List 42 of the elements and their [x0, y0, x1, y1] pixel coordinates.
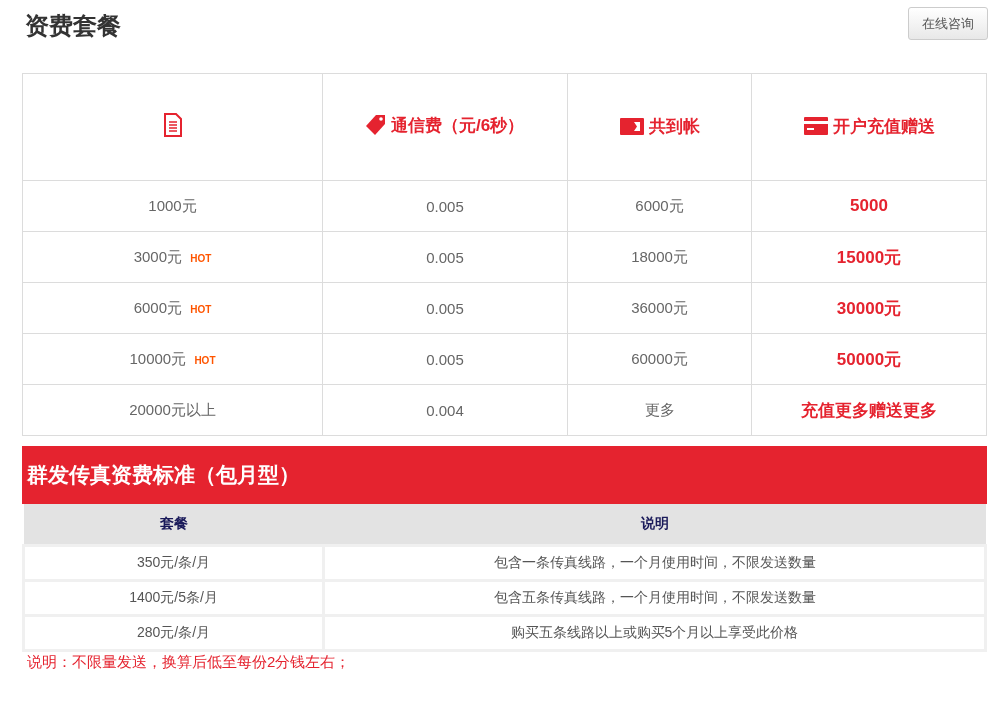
- table-cell: 6000元: [133, 298, 183, 316]
- table-cell: 350元/条/月: [136, 554, 211, 570]
- column-header: 开户充值赠送: [832, 115, 935, 138]
- column-header: 说明: [640, 515, 669, 531]
- table-cell: 36000元: [631, 298, 688, 316]
- card-icon: [803, 117, 828, 136]
- table-cell: 更多: [644, 400, 675, 418]
- table-cell: 20000元以上: [129, 400, 216, 418]
- document-icon: [163, 113, 182, 137]
- table-cell: 280元/条/月: [136, 624, 211, 640]
- consult-button[interactable]: 在线咨询: [908, 7, 988, 40]
- section-banner: 群发传真资费标准（包月型）: [22, 446, 987, 504]
- hot-label: HOT: [194, 354, 216, 366]
- table-cell: 50000元: [836, 349, 902, 369]
- table-cell: 30000元: [836, 298, 902, 318]
- note-text: 说明：不限量发送，换算后低至每份2分钱左右；: [27, 653, 352, 672]
- page-title: 资费套餐: [25, 11, 121, 41]
- table-cell: 3000元: [133, 247, 183, 265]
- table-cell: 0.005: [426, 299, 464, 317]
- column-header: 套餐: [159, 515, 188, 531]
- table-cell: 18000元: [631, 247, 688, 265]
- wallet-icon: [619, 118, 644, 135]
- table-cell: 5000: [850, 196, 888, 215]
- table-cell: 0.005: [426, 197, 464, 215]
- table-cell: 包含五条传真线路，一个月使用时间，不限发送数量: [493, 589, 816, 605]
- table-cell: 10000元: [129, 349, 187, 367]
- column-header: 共到帐: [648, 116, 700, 138]
- table-cell: 0.004: [426, 401, 464, 419]
- hot-label: HOT: [190, 252, 212, 264]
- table-cell: 包含一条传真线路，一个月使用时间，不限发送数量: [493, 554, 816, 570]
- table-cell: 0.005: [426, 350, 464, 368]
- table-cell: 15000元: [836, 247, 902, 267]
- column-header: 通信费（元/6秒）: [390, 114, 525, 137]
- table-cell: 购买五条线路以上或购买5个月以上享受此价格: [510, 624, 799, 640]
- table-cell: 1000元: [148, 196, 197, 214]
- hot-label: HOT: [190, 303, 212, 315]
- table-cell: 1400元/5条/月: [129, 589, 218, 605]
- table-cell: 充值更多赠送更多: [801, 400, 937, 420]
- table-cell: 0.005: [426, 248, 464, 266]
- tag-icon: [365, 114, 386, 137]
- table-cell: 60000元: [631, 349, 688, 367]
- table-cell: 6000元: [635, 196, 684, 214]
